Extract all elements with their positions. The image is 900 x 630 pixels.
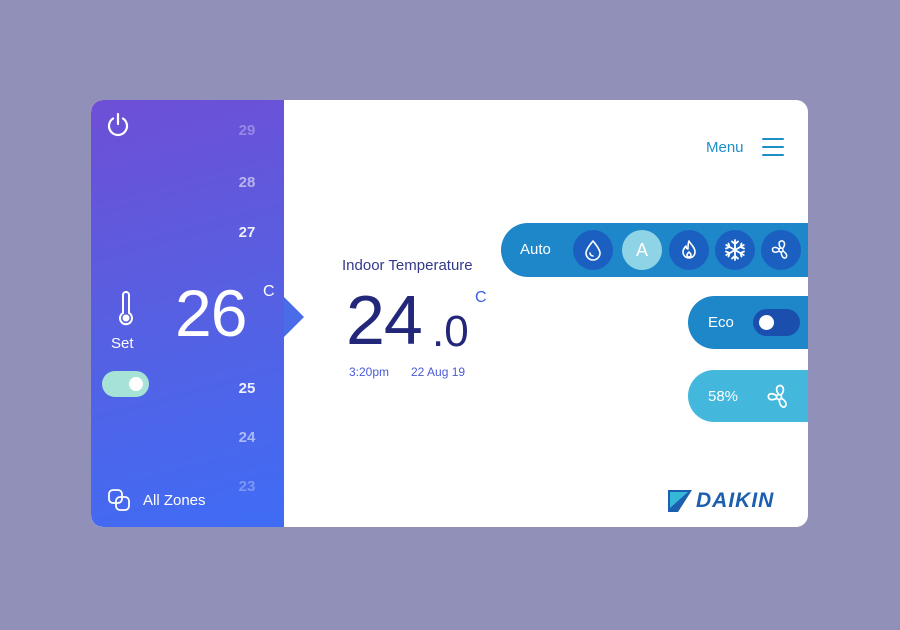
scale-value-24[interactable]: 24 [231, 429, 263, 446]
fan-icon [771, 240, 788, 259]
scale-value-29[interactable]: 29 [231, 122, 263, 139]
eco-label: Eco [708, 314, 734, 331]
current-time: 3:20pm [349, 365, 390, 379]
indoor-temperature-whole: 24 [346, 281, 423, 359]
scale-value-27[interactable]: 27 [231, 224, 263, 241]
heat-mode-button[interactable] [669, 230, 709, 270]
eco-toggle[interactable] [753, 309, 800, 336]
dry-mode-button[interactable] [573, 230, 613, 270]
indoor-temperature-decimal: .0 [432, 307, 469, 356]
drop-icon [585, 240, 601, 261]
brand-logo: DAIKIN [668, 488, 774, 514]
mode-label: Auto [520, 241, 551, 258]
set-label: Set [111, 335, 134, 352]
indoor-temperature-unit: C [475, 289, 487, 306]
zones-icon [108, 489, 130, 511]
setpoint-pointer [284, 297, 304, 337]
fan-speed-value: 58% [708, 388, 739, 405]
indoor-temperature-title: Indoor Temperature [342, 257, 473, 274]
scale-value-23[interactable]: 23 [231, 478, 263, 495]
eco-control: Eco [688, 296, 808, 349]
scale-value-28[interactable]: 28 [231, 174, 263, 191]
menu-label: Menu [706, 138, 744, 156]
setpoint-unit: C [263, 283, 275, 300]
brand-mark-icon [668, 490, 692, 512]
toggle-knob [129, 377, 143, 391]
power-icon[interactable] [105, 112, 131, 138]
snowflake-icon [725, 239, 745, 261]
cool-mode-button[interactable] [715, 230, 755, 270]
eco-toggle-knob [759, 315, 774, 330]
all-zones-button[interactable]: All Zones [107, 488, 206, 512]
flame-icon [682, 240, 696, 259]
all-zones-label: All Zones [143, 491, 206, 509]
current-date: 22 Aug 19 [411, 365, 466, 379]
auto-mode-letter: A [635, 239, 648, 260]
setpoint-sidebar: 29 28 27 25 24 23 Set 26 C All Zones [91, 100, 284, 527]
fan-speed-control[interactable]: 58% [688, 370, 808, 422]
thermometer-icon [119, 291, 133, 326]
thermostat-panel: 29 28 27 25 24 23 Set 26 C All Zones Ind… [91, 100, 808, 527]
hamburger-icon [761, 138, 784, 156]
mode-selector: Auto A [501, 223, 808, 277]
auto-mode-button[interactable]: A [622, 230, 662, 270]
scale-value-25[interactable]: 25 [231, 380, 263, 397]
fan-mode-button[interactable] [761, 230, 801, 270]
fan-speed-icon [767, 384, 787, 408]
menu-button[interactable]: Menu [706, 137, 784, 157]
brand-name: DAIKIN [696, 489, 775, 512]
power-toggle[interactable] [102, 371, 149, 397]
setpoint-value: 26 [175, 276, 247, 350]
